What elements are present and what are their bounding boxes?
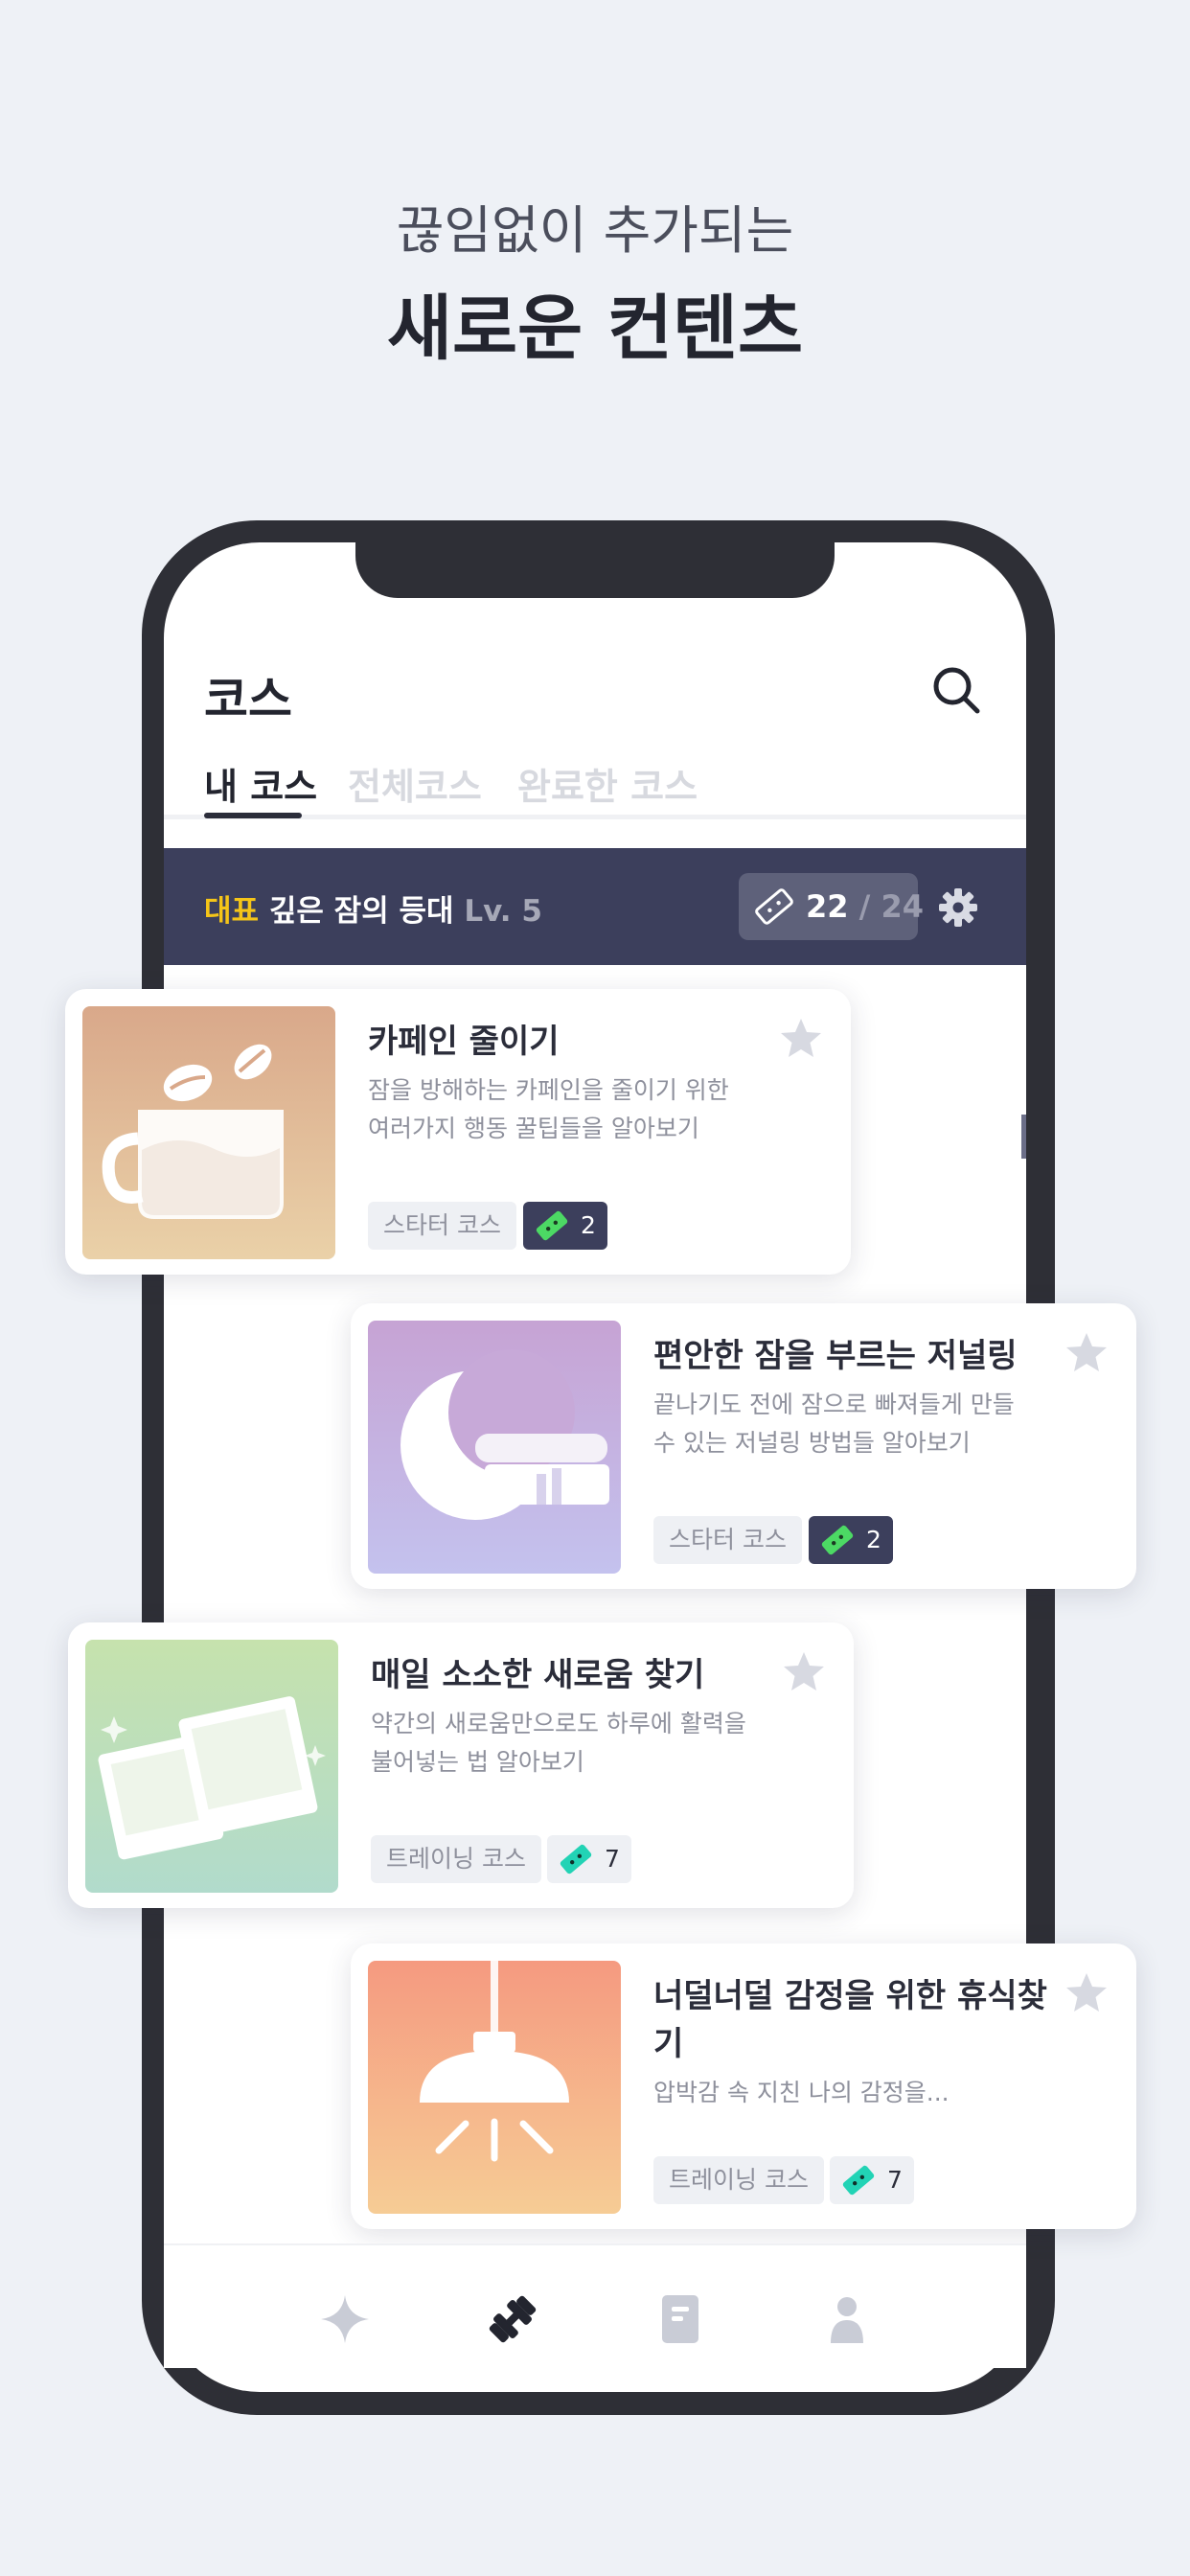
nav-courses[interactable] bbox=[485, 2291, 540, 2347]
course-ticket-badge: 7 bbox=[830, 2156, 914, 2204]
star-icon bbox=[1066, 1973, 1107, 2012]
course-ticket-badge: 7 bbox=[547, 1835, 631, 1883]
headline-title: 새로운 컨텐츠 bbox=[386, 288, 804, 370]
moon-book-icon bbox=[368, 1321, 621, 1574]
course-thumbnail bbox=[85, 1640, 338, 1893]
search-button[interactable] bbox=[929, 663, 983, 717]
photos-icon bbox=[85, 1640, 338, 1893]
tab-completed-courses[interactable]: 완료한 코스 bbox=[517, 757, 698, 810]
favorite-button[interactable] bbox=[1064, 1970, 1110, 2016]
scroll-indicator bbox=[1021, 1115, 1026, 1159]
course-card-journaling[interactable]: 편안한 잠을 부르는 저널링 끝나기도 전에 잠으로 빠져들게 만들 수 있는 … bbox=[351, 1303, 1136, 1589]
tickets-have: 22 bbox=[806, 888, 849, 925]
representative-tag: 대표 bbox=[204, 894, 260, 929]
ticket-count-text: 22 / 24 bbox=[806, 888, 924, 925]
favorite-button[interactable] bbox=[778, 1016, 824, 1062]
course-thumbnail bbox=[368, 1961, 621, 2214]
star-icon bbox=[781, 1019, 821, 1057]
active-tab-indicator bbox=[204, 813, 302, 818]
course-title: 너덜너덜 감정을 위한 휴식찾기 bbox=[653, 1977, 1047, 2063]
tab-my-courses[interactable]: 내 코스 bbox=[204, 757, 317, 810]
banner-level: Lv. 5 bbox=[464, 894, 542, 929]
dumbbell-icon bbox=[489, 2295, 537, 2343]
ticket-counter: 22 / 24 bbox=[739, 873, 924, 940]
ticket-cost: 7 bbox=[605, 1845, 620, 1873]
course-type-badge: 트레이닝 코스 bbox=[371, 1835, 541, 1883]
course-description: 끝나기도 전에 잠으로 빠져들게 만들 수 있는 저널링 방법들 알아보기 bbox=[653, 1391, 1015, 1457]
course-description: 잠을 방해하는 카페인을 줄이기 위한 여러가지 행동 꿀팁들을 알아보기 bbox=[368, 1076, 729, 1142]
course-thumbnail bbox=[82, 1006, 335, 1259]
course-ticket-badge: 2 bbox=[809, 1516, 893, 1564]
course-ticket-badge: 2 bbox=[523, 1202, 607, 1250]
ticket-icon bbox=[842, 2165, 875, 2196]
course-card-caffeine[interactable]: 카페인 줄이기 잠을 방해하는 카페인을 줄이기 위한 여러가지 행동 꿀팁들을… bbox=[65, 989, 851, 1275]
gear-icon bbox=[939, 888, 977, 927]
course-thumbnail bbox=[368, 1321, 621, 1574]
course-card-novelty[interactable]: 매일 소소한 새로움 찾기 약간의 새로움만으로도 하루에 활력을 불어넣는 법… bbox=[68, 1622, 854, 1908]
course-description: 압박감 속 지친 나의 감정을... bbox=[653, 2079, 950, 2106]
star-icon bbox=[1066, 1333, 1107, 1371]
bottom-navigation bbox=[164, 2243, 1026, 2368]
phone-notch bbox=[355, 537, 835, 598]
course-title: 편안한 잠을 부르는 저널링 bbox=[653, 1337, 1018, 1375]
ticket-cost: 2 bbox=[866, 1526, 881, 1553]
course-card-emotional-rest[interactable]: 너덜너덜 감정을 위한 휴식찾기 압박감 속 지친 나의 감정을... 트레이닝… bbox=[351, 1944, 1136, 2229]
nav-journal[interactable] bbox=[652, 2291, 708, 2347]
search-icon bbox=[933, 667, 980, 714]
tab-all-courses[interactable]: 전체코스 bbox=[348, 757, 482, 810]
ticket-cost: 2 bbox=[581, 1211, 596, 1239]
ticket-icon bbox=[821, 1525, 854, 1555]
course-description: 약간의 새로움만으로도 하루에 활력을 불어넣는 법 알아보기 bbox=[371, 1710, 746, 1776]
notebook-icon bbox=[662, 2295, 698, 2343]
sparkle-icon bbox=[321, 2295, 369, 2343]
page-title: 코스 bbox=[204, 672, 292, 727]
ticket-icon bbox=[560, 1844, 592, 1874]
star-icon bbox=[784, 1652, 824, 1690]
ticket-icon bbox=[755, 888, 793, 925]
favorite-button[interactable] bbox=[1064, 1330, 1110, 1376]
course-type-badge: 트레이닝 코스 bbox=[653, 2156, 824, 2204]
tickets-total: / 24 bbox=[858, 888, 925, 925]
settings-button[interactable] bbox=[937, 886, 979, 929]
course-title: 매일 소소한 새로움 찾기 bbox=[371, 1656, 705, 1694]
banner-course-name: 깊은 잠의 등대 bbox=[268, 894, 454, 929]
ticket-icon bbox=[536, 1210, 568, 1241]
banner-text: 대표 깊은 잠의 등대 Lv. 5 bbox=[204, 886, 542, 930]
coffee-cup-icon bbox=[82, 1006, 335, 1259]
lamp-icon bbox=[368, 1961, 621, 2214]
course-title: 카페인 줄이기 bbox=[368, 1023, 560, 1061]
ticket-cost: 7 bbox=[887, 2166, 903, 2194]
nav-profile[interactable] bbox=[819, 2291, 875, 2347]
course-type-badge: 스타터 코스 bbox=[368, 1202, 516, 1250]
course-type-badge: 스타터 코스 bbox=[653, 1516, 802, 1564]
headline-subtitle: 끊임없이 추가되는 bbox=[396, 200, 794, 261]
nav-home[interactable] bbox=[317, 2291, 373, 2347]
profile-icon bbox=[831, 2297, 863, 2343]
favorite-button[interactable] bbox=[781, 1649, 827, 1695]
representative-course-banner[interactable]: 대표 깊은 잠의 등대 Lv. 5 22 / 24 bbox=[164, 848, 1026, 965]
